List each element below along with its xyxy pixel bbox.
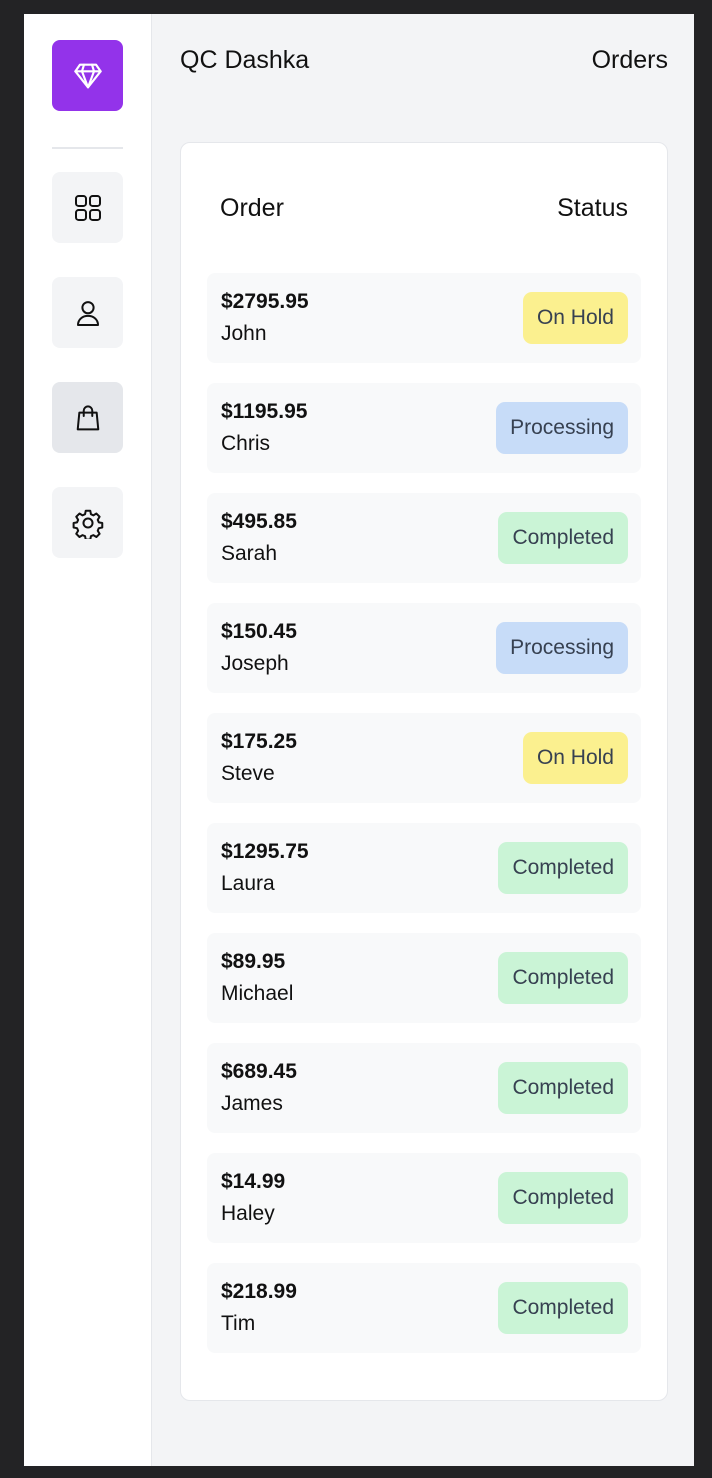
order-info: $150.45 Joseph (221, 619, 297, 677)
sidebar-item-dashboard[interactable] (52, 172, 123, 243)
customer-name: John (221, 322, 267, 345)
order-amount: $89.95 (221, 950, 286, 973)
status-badge: On Hold (522, 292, 628, 344)
status-badge: Processing (496, 402, 628, 454)
app-window: QC Dashka Orders Order Status $2795.95 J… (24, 14, 694, 1466)
order-amount: $1195.95 (221, 400, 308, 423)
table-row[interactable]: $89.95 Michael Completed (207, 933, 641, 1023)
order-info: $1295.75 Laura (221, 839, 309, 897)
grid-icon (74, 194, 101, 221)
logo[interactable] (52, 40, 123, 111)
status-badge: Processing (496, 622, 628, 674)
order-info: $218.99 Tim (221, 1279, 297, 1337)
table-row[interactable]: $175.25 Steve On Hold (207, 713, 641, 803)
order-amount: $14.99 (221, 1170, 286, 1193)
order-info: $495.85 Sarah (221, 509, 297, 567)
status-badge: Completed (498, 842, 628, 894)
shopping-bag-icon (76, 404, 99, 430)
order-info: $14.99 Haley (221, 1169, 285, 1227)
status-badge: Completed (498, 1062, 628, 1114)
status-badge: Completed (498, 1172, 628, 1224)
column-header-order: Order (220, 193, 284, 222)
order-amount: $1295.75 (221, 840, 309, 863)
customer-name: James (221, 1092, 283, 1115)
table-row[interactable]: $2795.95 John On Hold (207, 273, 641, 363)
status-badge: On Hold (522, 732, 628, 784)
order-amount: $150.45 (221, 620, 297, 643)
order-amount: $689.45 (221, 1060, 297, 1083)
sidebar (24, 14, 152, 1466)
sidebar-item-orders[interactable] (52, 382, 123, 453)
user-icon (76, 300, 99, 326)
table-row[interactable]: $150.45 Joseph Processing (207, 603, 641, 693)
sidebar-item-users[interactable] (52, 277, 123, 348)
diamond-icon (73, 63, 102, 88)
customer-name: Michael (221, 982, 294, 1005)
app-title: QC Dashka (180, 46, 310, 74)
customer-name: Chris (221, 432, 271, 455)
table-row[interactable]: $1195.95 Chris Processing (207, 383, 641, 473)
gear-icon (72, 509, 103, 539)
customer-name: Steve (221, 762, 275, 785)
order-amount: $218.99 (221, 1280, 297, 1303)
order-info: $689.45 James (221, 1059, 297, 1117)
order-amount: $495.85 (221, 510, 297, 533)
topbar: QC Dashka Orders (180, 14, 668, 142)
status-badge: Completed (498, 512, 628, 564)
order-info: $175.25 Steve (221, 729, 297, 787)
table-row[interactable]: $495.85 Sarah Completed (207, 493, 641, 583)
customer-name: Laura (221, 872, 275, 895)
order-info: $89.95 Michael (221, 949, 293, 1007)
customer-name: Joseph (221, 652, 289, 675)
orders-table-header: Order Status (207, 143, 641, 273)
status-badge: Completed (498, 952, 628, 1004)
order-info: $2795.95 John (221, 289, 309, 347)
customer-name: Haley (221, 1202, 275, 1225)
main-content: QC Dashka Orders Order Status $2795.95 J… (152, 14, 694, 1466)
order-info: $1195.95 Chris (221, 399, 307, 457)
customer-name: Tim (221, 1312, 256, 1335)
status-badge: Completed (498, 1282, 628, 1334)
table-row[interactable]: $218.99 Tim Completed (207, 1263, 641, 1353)
column-header-status: Status (557, 193, 628, 222)
table-row[interactable]: $689.45 James Completed (207, 1043, 641, 1133)
customer-name: Sarah (221, 542, 278, 565)
order-amount: $2795.95 (221, 290, 309, 313)
page-title: Orders (591, 46, 668, 74)
orders-card: Order Status $2795.95 John On Hold $1195… (180, 142, 668, 1401)
sidebar-divider (52, 147, 123, 149)
table-row[interactable]: $1295.75 Laura Completed (207, 823, 641, 913)
sidebar-item-settings[interactable] (52, 487, 123, 558)
table-row[interactable]: $14.99 Haley Completed (207, 1153, 641, 1243)
order-amount: $175.25 (221, 730, 297, 753)
